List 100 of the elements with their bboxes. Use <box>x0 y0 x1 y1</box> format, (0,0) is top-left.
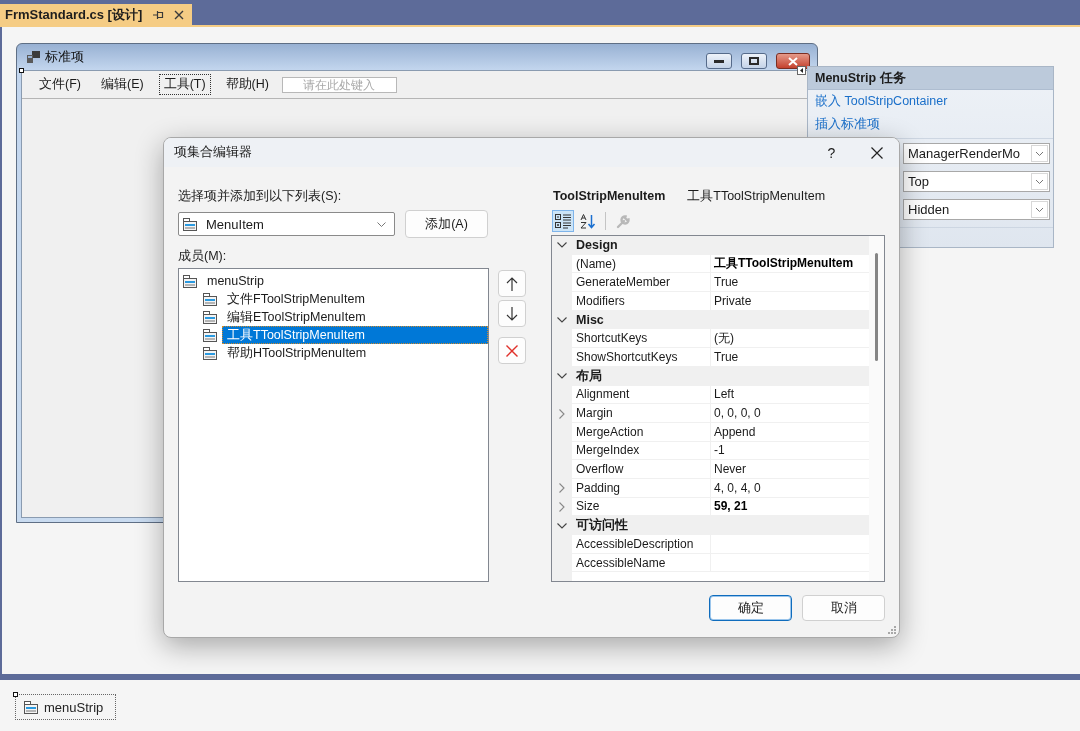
close-icon <box>788 56 798 66</box>
menu-item[interactable]: 编辑(E) <box>95 74 149 95</box>
chevron-down-icon[interactable] <box>557 242 567 249</box>
property-value[interactable]: True <box>714 275 739 290</box>
property-name[interactable]: AccessibleName <box>576 555 666 570</box>
property-value[interactable]: 工具TToolStripMenuItem <box>714 255 854 273</box>
property-value[interactable]: 59, 21 <box>714 499 748 514</box>
item-type-dropdown[interactable]: MenuItem <box>178 212 395 236</box>
chevron-down-icon[interactable] <box>557 317 567 324</box>
property-value[interactable]: Never <box>714 462 746 477</box>
close-icon[interactable] <box>174 9 185 20</box>
tabbed-panel-icon <box>183 217 197 231</box>
minimize-button[interactable] <box>706 53 732 69</box>
property-name[interactable]: Size <box>576 499 600 514</box>
dropdown[interactable]: Top <box>903 171 1050 192</box>
cancel-button[interactable]: 取消 <box>802 595 885 621</box>
cross-icon <box>506 344 518 357</box>
property-value[interactable]: Left <box>714 387 734 402</box>
members-label: 成员(M): <box>178 248 227 264</box>
panel-title: MenuStrip 任务 <box>815 69 906 87</box>
tabbed-panel-icon <box>183 274 197 288</box>
selected-object-name: 工具TToolStripMenuItem <box>687 188 826 204</box>
selection-handle[interactable] <box>13 692 18 697</box>
chevron-right-icon[interactable] <box>559 483 565 494</box>
category-name: Misc <box>575 313 604 328</box>
pin-icon[interactable] <box>153 9 166 20</box>
maximize-icon <box>749 57 759 65</box>
categorized-view-button[interactable] <box>552 210 574 232</box>
category-name: 可访问性 <box>575 517 628 535</box>
chevron-right-icon[interactable] <box>559 408 565 419</box>
sort-down-icon <box>580 213 596 229</box>
chevron-down-icon <box>1031 145 1048 162</box>
property-value[interactable]: -1 <box>714 443 725 458</box>
chevron-down-icon[interactable] <box>557 373 567 380</box>
property-name[interactable]: GenerateMember <box>576 275 671 290</box>
chevron-down-icon <box>1031 173 1048 190</box>
property-value[interactable]: (无) <box>714 329 734 347</box>
ok-button[interactable]: 确定 <box>709 595 792 621</box>
maximize-button[interactable] <box>741 53 767 69</box>
component-tray-item[interactable]: menuStrip <box>15 694 116 720</box>
arrow-up-icon <box>506 276 518 291</box>
dialog-title: 项集合编辑器 <box>174 144 252 161</box>
property-name[interactable]: ShowShortcutKeys <box>576 349 678 364</box>
category-name: 布局 <box>575 367 602 385</box>
tree-item[interactable]: 编辑EToolStripMenuItem <box>222 308 488 326</box>
chevron-down-icon[interactable] <box>557 522 567 529</box>
document-tab[interactable]: FrmStandard.cs [设计] <box>0 4 193 25</box>
add-button[interactable]: 添加(A) <box>405 210 488 238</box>
property-value[interactable]: Private <box>714 293 752 308</box>
tabbed-panel-icon <box>203 292 217 306</box>
wrench-icon <box>615 213 631 229</box>
property-name[interactable]: ShortcutKeys <box>576 331 648 346</box>
chevron-down-icon <box>1031 201 1048 218</box>
property-value[interactable]: 4, 0, 4, 0 <box>714 480 761 495</box>
add-label: 选择项并添加到以下列表(S): <box>178 188 342 204</box>
delete-button[interactable] <box>498 337 526 364</box>
close-icon <box>870 146 883 159</box>
tree-item[interactable]: menuStrip <box>202 272 488 290</box>
move-up-button[interactable] <box>498 270 526 297</box>
menu-item[interactable]: 文件(F) <box>34 74 86 95</box>
property-name[interactable]: MergeIndex <box>576 443 640 458</box>
form-title: 标准项 <box>45 48 84 66</box>
close-button[interactable] <box>776 53 810 69</box>
help-button[interactable]: ? <box>809 138 854 167</box>
tree-item[interactable]: 文件FToolStripMenuItem <box>222 290 488 308</box>
tabbed-panel-icon <box>203 310 217 324</box>
properties-type-label: ToolStripMenuItem <box>553 188 666 204</box>
action-link[interactable]: 嵌入 ToolStripContainer <box>815 90 948 113</box>
caret-left-icon[interactable] <box>797 66 806 75</box>
property-value[interactable]: Append <box>714 424 756 439</box>
property-name[interactable]: Margin <box>576 406 613 421</box>
tree-item[interactable]: 工具TToolStripMenuItem <box>222 326 488 344</box>
tree-item[interactable]: 帮助HToolStripMenuItem <box>222 344 488 362</box>
dropdown[interactable]: ManagerRenderMo <box>903 143 1050 164</box>
property-value[interactable]: 0, 0, 0, 0 <box>714 406 761 421</box>
dropdown[interactable]: Hidden <box>903 199 1050 220</box>
type-here-field[interactable]: 请在此处键入 <box>281 76 397 93</box>
action-link[interactable]: 插入标准项 <box>815 113 880 136</box>
property-name[interactable]: Modifiers <box>576 293 625 308</box>
arrow-down-icon <box>506 306 518 321</box>
selection-handle[interactable] <box>19 68 24 73</box>
chevron-down-icon <box>377 221 386 227</box>
menu-item[interactable]: 工具(T) <box>158 74 211 95</box>
property-name[interactable]: MergeAction <box>576 424 644 439</box>
resize-grip-icon[interactable] <box>888 626 896 634</box>
minimize-icon <box>714 59 724 63</box>
menu-item[interactable]: 帮助(H) <box>220 74 274 95</box>
categorized-list-icon <box>555 213 571 229</box>
tabbed-panel-icon <box>203 346 217 360</box>
chevron-right-icon[interactable] <box>559 501 565 512</box>
move-down-button[interactable] <box>498 300 526 327</box>
property-value[interactable]: True <box>714 349 739 364</box>
property-name[interactable]: AccessibleDescription <box>576 536 694 551</box>
property-name[interactable]: Padding <box>576 480 621 495</box>
category-name: Design <box>575 238 618 253</box>
property-name[interactable]: Overflow <box>576 462 624 477</box>
scrollbar-thumb[interactable] <box>875 253 878 361</box>
property-name[interactable]: Alignment <box>576 387 630 402</box>
window-icon <box>27 51 40 63</box>
property-name[interactable]: (Name) <box>576 256 616 271</box>
